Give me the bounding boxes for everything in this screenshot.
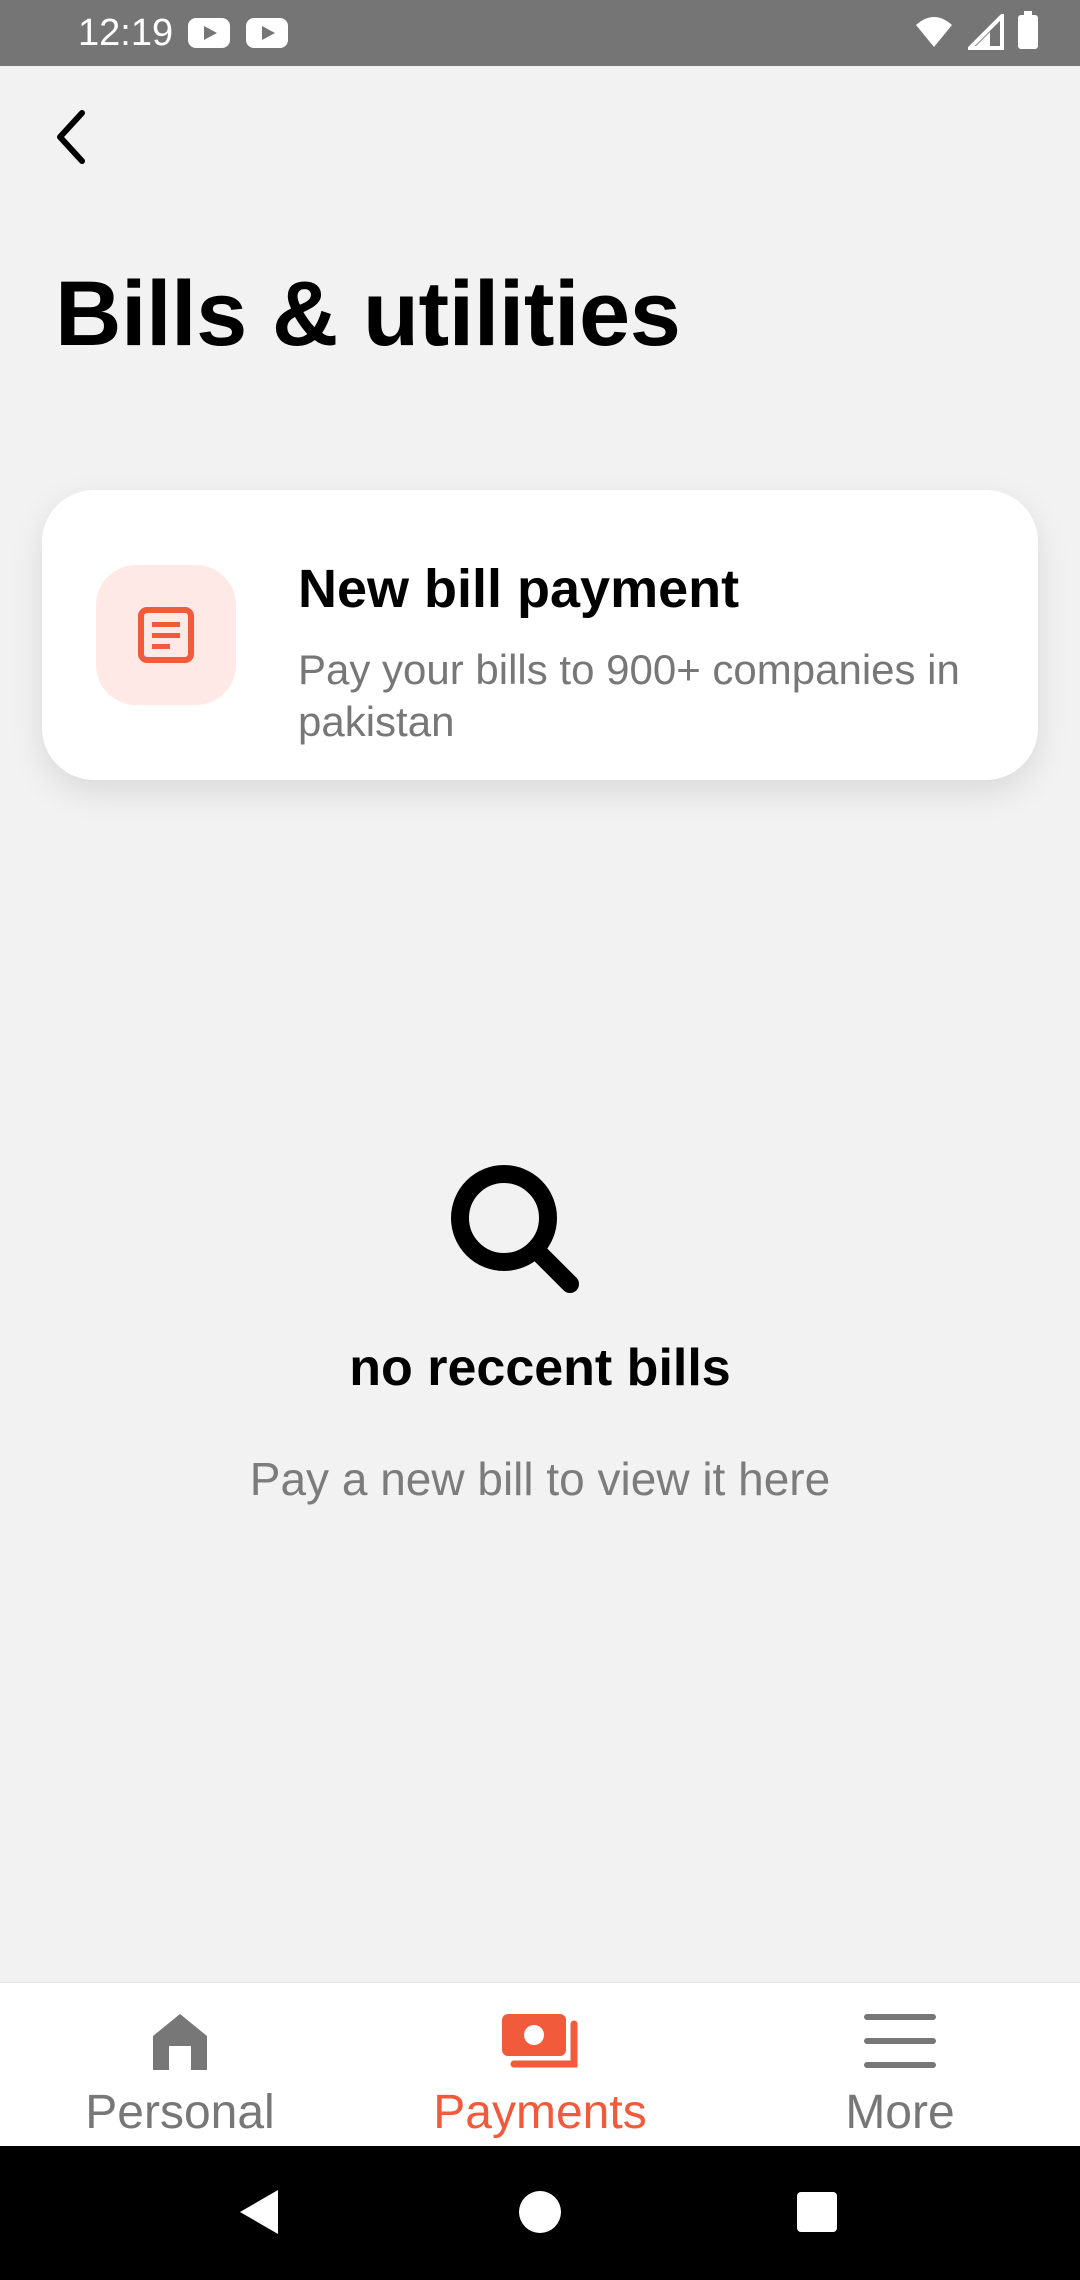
menu-icon bbox=[860, 2001, 940, 2081]
screen: 12:19 Bills & utilities New bill payment… bbox=[0, 0, 1080, 2280]
back-button[interactable] bbox=[40, 100, 100, 174]
system-navigation-bar bbox=[0, 2146, 1080, 2280]
home-icon bbox=[140, 2001, 220, 2081]
system-back-icon[interactable] bbox=[240, 2190, 278, 2234]
page-title: Bills & utilities bbox=[55, 263, 681, 365]
battery-icon bbox=[1018, 11, 1038, 49]
empty-state-subtitle: Pay a new bill to view it here bbox=[249, 1453, 831, 1505]
status-system-icons bbox=[914, 11, 1038, 50]
nav-item-payments[interactable]: Payments bbox=[360, 1983, 720, 2147]
payments-icon bbox=[500, 2001, 580, 2081]
chevron-left-icon bbox=[57, 110, 85, 164]
nav-item-more[interactable]: More bbox=[720, 1983, 1080, 2147]
bill-icon-container bbox=[96, 565, 236, 705]
empty-state-title: no reccent bills bbox=[349, 1339, 731, 1397]
nav-label-personal: Personal bbox=[85, 2086, 275, 2139]
signal-icon bbox=[968, 14, 1004, 50]
status-bar: 12:19 bbox=[0, 0, 1080, 66]
search-icon bbox=[451, 1165, 579, 1293]
youtube-icon bbox=[188, 18, 230, 48]
system-recents-icon[interactable] bbox=[797, 2192, 837, 2232]
card-title: New bill payment bbox=[298, 559, 740, 619]
bill-document-icon bbox=[138, 607, 194, 663]
youtube-icon bbox=[246, 18, 288, 48]
nav-label-payments: Payments bbox=[433, 2086, 647, 2139]
wifi-icon bbox=[916, 17, 952, 47]
status-notification-icons bbox=[188, 18, 288, 48]
card-subtitle: Pay your bills to 900+ companies in paki… bbox=[298, 646, 960, 745]
status-time: 12:19 bbox=[78, 12, 174, 54]
nav-label-more: More bbox=[845, 2086, 955, 2139]
system-home-icon[interactable] bbox=[519, 2191, 561, 2233]
new-bill-payment-card[interactable]: New bill payment Pay your bills to 900+ … bbox=[42, 490, 1038, 780]
bottom-nav: Personal Payments More bbox=[0, 1982, 1080, 2147]
nav-item-personal[interactable]: Personal bbox=[0, 1983, 360, 2147]
